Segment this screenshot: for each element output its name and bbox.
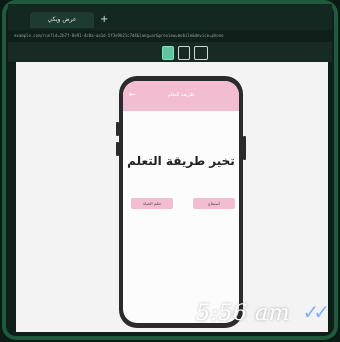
tablet-icon[interactable] xyxy=(178,46,190,60)
phone-mockup: ← طريقة التعلم تخير طريقة التعلم استماع … xyxy=(116,76,246,328)
browser-tab-bar: عرض ويكي + xyxy=(8,4,332,32)
monitor-frame: عرض ويكي + example.com/run?id=2b7f-8e91-… xyxy=(2,0,338,340)
browser-tab[interactable]: عرض ويكي xyxy=(30,12,94,28)
page-heading: تخير طريقة التعلم xyxy=(127,154,235,168)
desktop-icon[interactable] xyxy=(194,46,208,60)
learn-life-button[interactable]: تعلم الحياة xyxy=(131,198,173,209)
app-bar: ← طريقة التعلم xyxy=(123,81,239,111)
preview-area: ← طريقة التعلم تخير طريقة التعلم استماع … xyxy=(16,62,328,332)
phone-icon[interactable] xyxy=(162,46,174,60)
phone-screen: ← طريقة التعلم تخير طريقة التعلم استماع … xyxy=(123,81,239,323)
power-button xyxy=(243,136,246,160)
volume-down-button xyxy=(116,142,119,156)
listen-button[interactable]: استماع xyxy=(193,198,235,209)
address-bar[interactable]: example.com/run?id=2b7f-8e91-4c0a-aa1d-5… xyxy=(8,30,332,42)
back-arrow-icon[interactable]: ← xyxy=(129,91,136,99)
double-check-icon: ✓✓ xyxy=(302,300,329,324)
message-timestamp: 5:56 am xyxy=(196,301,290,326)
volume-up-button xyxy=(116,122,119,136)
new-tab-button[interactable]: + xyxy=(100,12,108,28)
app-bar-title: طريقة التعلم xyxy=(167,92,195,98)
device-toolbar xyxy=(8,42,332,62)
